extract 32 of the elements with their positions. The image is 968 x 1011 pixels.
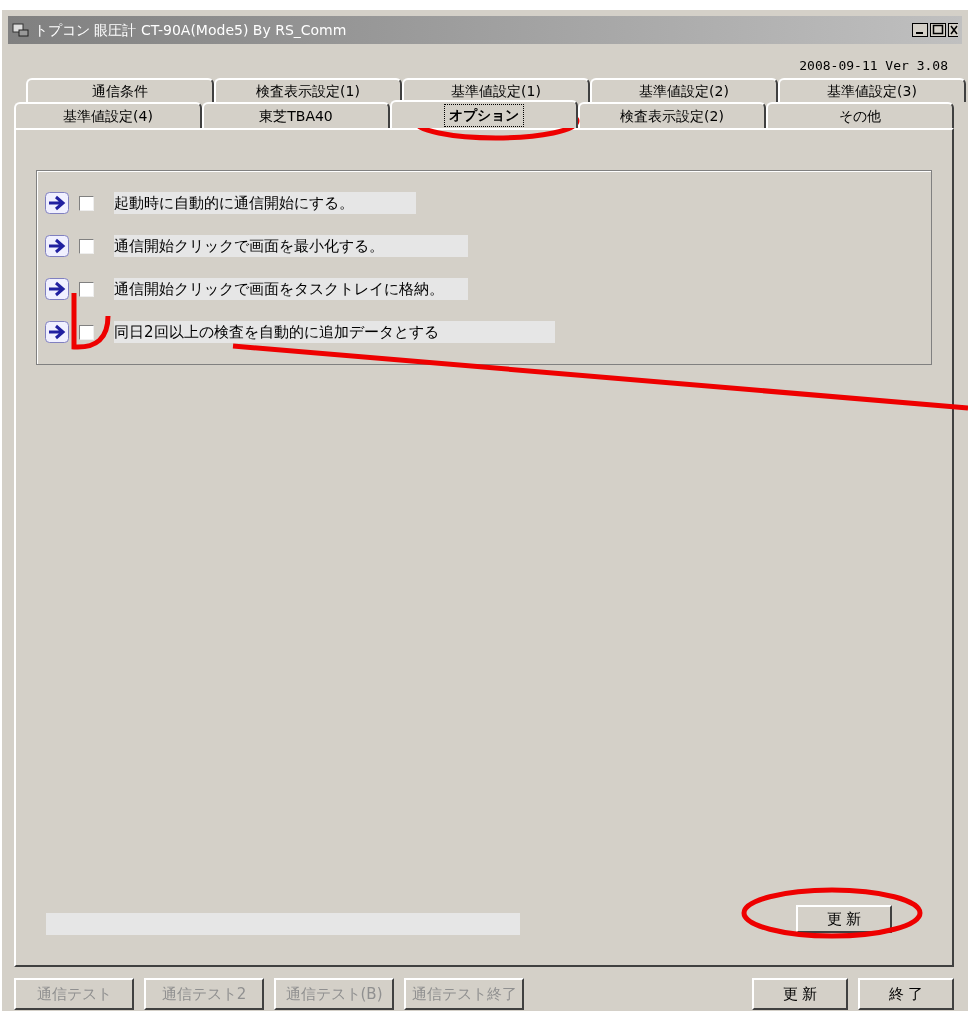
- option-label: 通信開始クリックで画面をタスクトレイに格納。: [114, 278, 468, 300]
- tab[interactable]: その他: [766, 102, 954, 128]
- annotation-tick: [71, 293, 111, 350]
- arrow-icon: [45, 278, 69, 300]
- checkbox[interactable]: [79, 195, 94, 211]
- minimize-icon[interactable]: [912, 23, 928, 37]
- app-icon: [12, 22, 30, 38]
- maximize-icon[interactable]: [930, 23, 946, 37]
- window-title: トプコン 眼圧計 CT-90A(Mode5) By RS_Comm: [34, 20, 347, 40]
- tab[interactable]: 基準値設定(1): [402, 78, 590, 102]
- tab[interactable]: 基準値設定(3): [778, 78, 966, 102]
- option-label: 起動時に自動的に通信開始にする。: [114, 192, 416, 214]
- toolbar-button[interactable]: 更 新: [752, 978, 848, 1010]
- tab[interactable]: 検査表示設定(2): [578, 102, 766, 128]
- version-label: 2008-09-11 Ver 3.08: [799, 57, 948, 74]
- tab[interactable]: 通信条件: [26, 78, 214, 102]
- checkbox[interactable]: [79, 324, 94, 340]
- arrow-icon: [45, 321, 69, 343]
- close-icon[interactable]: [948, 23, 958, 37]
- toolbar-button[interactable]: 終 了: [858, 978, 954, 1010]
- arrow-icon: [45, 235, 69, 257]
- tab[interactable]: 東芝TBA40: [202, 102, 390, 128]
- tab[interactable]: 検査表示設定(1): [214, 78, 402, 102]
- tab[interactable]: 基準値設定(2): [590, 78, 778, 102]
- arrow-icon: [45, 192, 69, 214]
- tab[interactable]: 基準値設定(4): [14, 102, 202, 128]
- checkbox[interactable]: [79, 238, 94, 254]
- checkbox[interactable]: [79, 281, 94, 297]
- update-button[interactable]: 更 新: [796, 905, 892, 933]
- option-label: 同日2回以上の検査を自動的に追加データとする: [114, 321, 555, 343]
- tab[interactable]: オプション: [390, 100, 578, 128]
- option-label: 通信開始クリックで画面を最小化する。: [114, 235, 468, 257]
